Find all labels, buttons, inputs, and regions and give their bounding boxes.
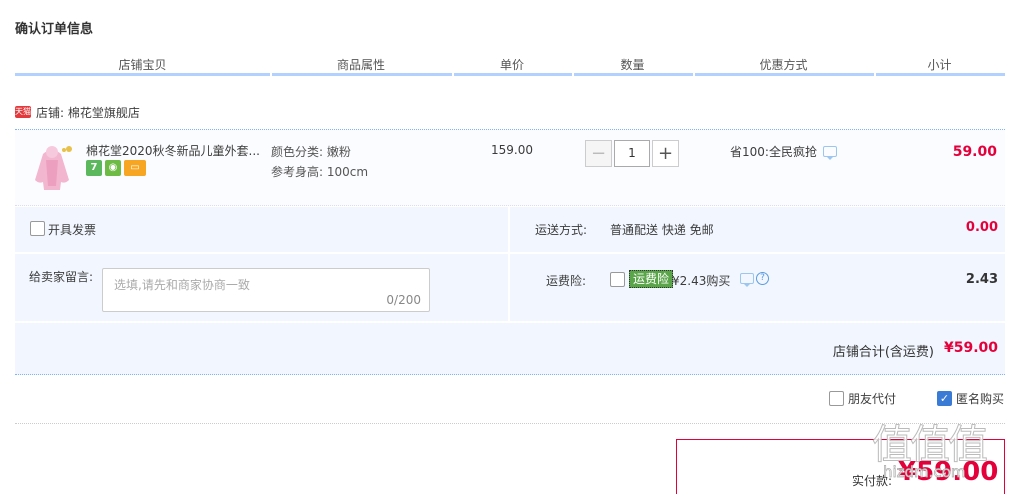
promo-label[interactable]: 省100:全民疯抢 xyxy=(730,143,817,160)
insurance-icons: ? xyxy=(740,272,769,287)
service-badges: 7 ◉ ▭ xyxy=(86,160,146,176)
shop-name[interactable]: 店铺: 棉花堂旗舰店 xyxy=(36,104,140,121)
item-title[interactable]: 棉花堂2020秋冬新品儿童外套... xyxy=(86,142,266,159)
message-label: 给卖家留言: xyxy=(29,270,94,284)
quantity-stepper: − 1 + xyxy=(585,140,679,167)
divider xyxy=(15,423,1005,424)
insurance-label: 运费险: xyxy=(546,274,587,288)
quantity-input[interactable]: 1 xyxy=(614,140,650,167)
anonymous-checkbox[interactable]: ✓ xyxy=(937,391,952,406)
help-icon[interactable]: ? xyxy=(756,272,769,285)
seven-day-return-icon[interactable]: 7 xyxy=(86,160,102,176)
insurance-price: ¥2.43购买 xyxy=(672,274,731,288)
order-options-panel: 开具发票 给卖家留言: 选填,请先和商家协商一致 0/200 运送方式: 普通配… xyxy=(15,207,1005,375)
insurance-checkbox[interactable] xyxy=(610,272,625,287)
item-subtotal: 59.00 xyxy=(952,144,997,160)
chat-icon[interactable] xyxy=(822,146,837,160)
shop-total-value: ¥59.00 xyxy=(943,340,998,356)
insurance-value: 2.43 xyxy=(965,272,998,287)
tmall-icon: 天猫 xyxy=(15,106,31,118)
shipping-label: 运送方式: xyxy=(535,223,588,237)
message-placeholder: 选填,请先和商家协商一致 xyxy=(114,278,250,292)
guarantee-icon[interactable]: ◉ xyxy=(105,160,121,176)
message-char-count: 0/200 xyxy=(386,293,421,307)
invoice-checkbox[interactable] xyxy=(30,221,45,236)
promo: 省100:全民疯抢 xyxy=(730,143,837,160)
friend-pay-label[interactable]: 朋友代付 xyxy=(848,390,896,407)
watermark-url: hizdm.com xyxy=(883,463,966,482)
shipping-fee: 0.00 xyxy=(965,220,998,235)
anonymous-option[interactable]: ✓ 匿名购买 xyxy=(937,390,1004,407)
increase-qty-button[interactable]: + xyxy=(652,140,679,167)
chat-icon[interactable] xyxy=(740,273,754,287)
column-header-price: 单价 xyxy=(499,58,524,72)
page-title: 确认订单信息 xyxy=(15,22,94,37)
decrease-qty-button[interactable]: − xyxy=(585,140,612,167)
column-header-props: 商品属性 xyxy=(336,58,385,72)
insurance-tag: 运费险 xyxy=(629,270,674,288)
seller-message-input[interactable]: 选填,请先和商家协商一致 0/200 xyxy=(102,268,430,312)
friend-pay-option[interactable]: 朋友代付 xyxy=(829,390,896,407)
column-header-promo: 优惠方式 xyxy=(759,58,808,72)
shipping-method: 普通配送 快递 免邮 xyxy=(610,223,714,237)
order-item: 棉花堂2020秋冬新品儿童外套... 7 ◉ ▭ 颜色分类: 嫩粉 参考身高: … xyxy=(15,129,1005,206)
shop-total-label: 店铺合计(含运费) xyxy=(832,345,934,360)
watermark-logo: 值值值 xyxy=(872,422,989,469)
item-height: 参考身高: 100cm xyxy=(271,165,369,179)
column-header-item: 店铺宝贝 xyxy=(118,58,167,72)
table-header: 店铺宝贝 商品属性 单价 数量 优惠方式 小计 xyxy=(15,56,1005,76)
invoice-label[interactable]: 开具发票 xyxy=(48,221,96,238)
item-color: 颜色分类: 嫩粉 xyxy=(271,145,351,159)
product-thumbnail[interactable] xyxy=(25,140,79,194)
item-price: 159.00 xyxy=(491,143,533,157)
column-header-qty: 数量 xyxy=(620,58,645,72)
anonymous-label[interactable]: 匿名购买 xyxy=(956,390,1004,407)
friend-pay-checkbox[interactable] xyxy=(829,391,844,406)
shop-row: 天猫 店铺: 棉花堂旗舰店 xyxy=(15,104,140,120)
column-header-subtotal: 小计 xyxy=(927,58,952,72)
credit-card-icon[interactable]: ▭ xyxy=(124,160,146,176)
